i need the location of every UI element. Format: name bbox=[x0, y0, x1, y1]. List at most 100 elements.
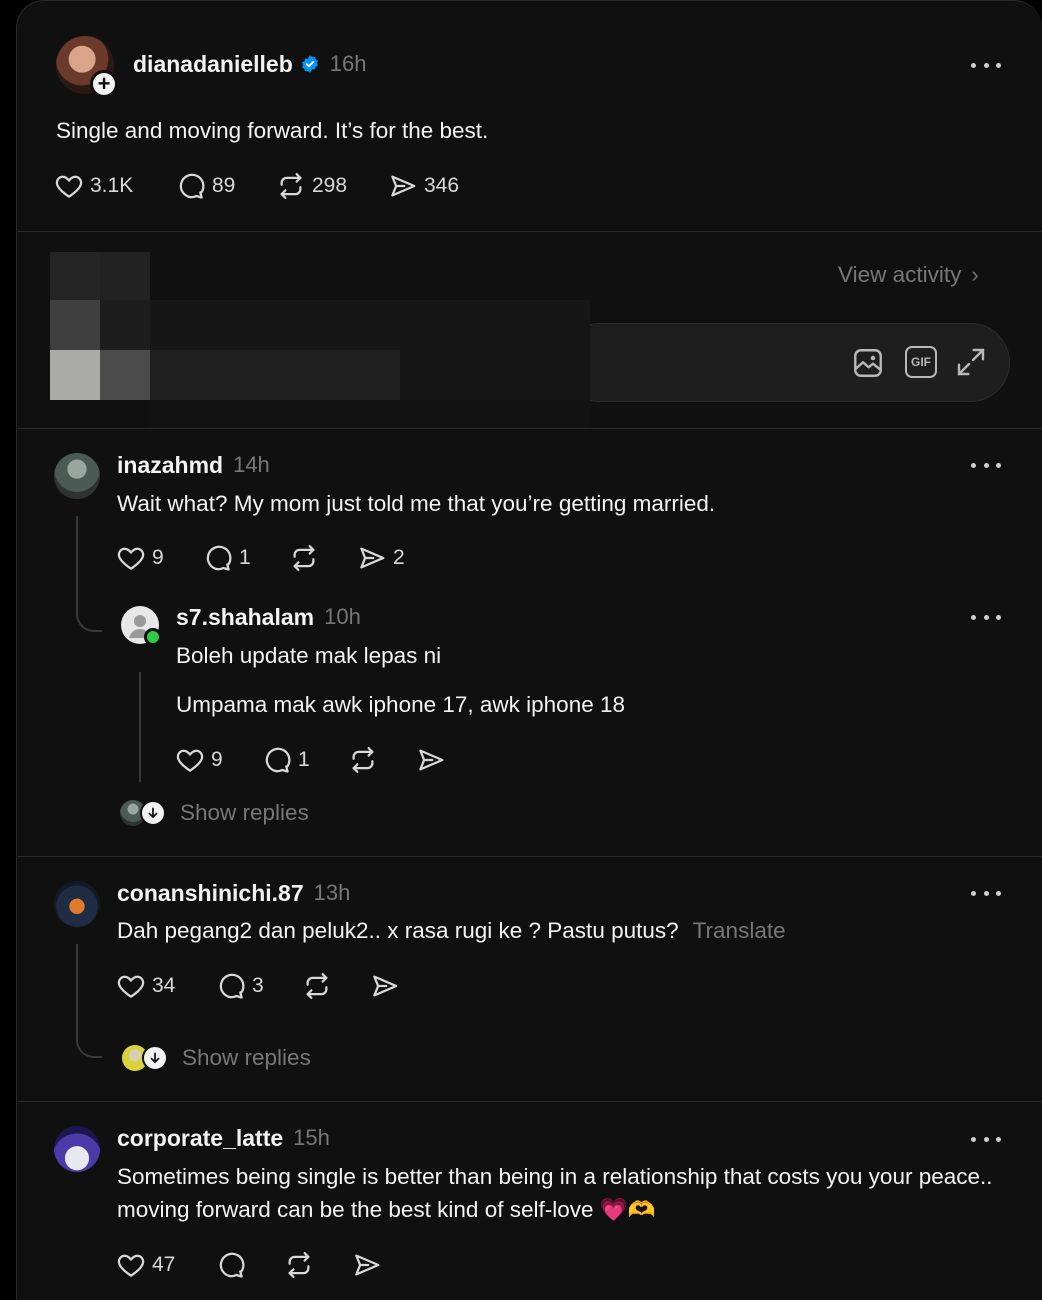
like-button[interactable]: 9 bbox=[116, 543, 203, 573]
arrow-down-icon bbox=[140, 800, 166, 826]
repost-button[interactable] bbox=[348, 745, 416, 775]
reply-count: 1 bbox=[239, 546, 251, 569]
like-button[interactable]: 34 bbox=[116, 971, 216, 1001]
gif-button[interactable]: GIF bbox=[905, 346, 937, 378]
reply-text-line1: Boleh update mak lepas ni bbox=[176, 643, 442, 668]
commenter-username[interactable]: conanshinichi.87 bbox=[117, 880, 304, 907]
repost-icon bbox=[276, 171, 306, 201]
heart-icon bbox=[116, 971, 146, 1001]
reply-header: s7.shahalam 10h bbox=[176, 603, 361, 631]
like-button[interactable]: 9 bbox=[175, 745, 262, 775]
comment-time: 13h bbox=[313, 880, 351, 905]
share-button[interactable]: 346 bbox=[388, 171, 459, 201]
expand-icon[interactable] bbox=[955, 346, 987, 378]
reply-text-line2: Umpama mak awk iphone 17, awk iphone 18 bbox=[176, 692, 626, 717]
show-replies-label: Show replies bbox=[180, 800, 309, 825]
comment-more-icon[interactable] bbox=[971, 1134, 1001, 1144]
follow-plus-icon[interactable]: + bbox=[90, 70, 118, 98]
commenter-avatar[interactable] bbox=[54, 1126, 100, 1172]
comment-icon bbox=[262, 745, 292, 775]
divider bbox=[16, 428, 1042, 429]
comment-text: Wait what? My mom just told me that you’… bbox=[117, 491, 716, 516]
like-count: 9 bbox=[152, 546, 164, 569]
comment-actions: 9 1 2 bbox=[116, 540, 405, 576]
repost-button[interactable] bbox=[284, 1250, 352, 1280]
commenter-username[interactable]: inazahmd bbox=[117, 452, 223, 479]
commenter-username[interactable]: corporate_latte bbox=[117, 1125, 283, 1152]
verified-badge-icon bbox=[300, 54, 320, 74]
heart-icon bbox=[54, 171, 84, 201]
comment-text: Dah pegang2 dan peluk2.. x rasa rugi ke … bbox=[117, 918, 679, 943]
like-count: 9 bbox=[211, 748, 223, 771]
repost-icon bbox=[289, 543, 319, 573]
comment-icon bbox=[216, 1250, 246, 1280]
comment-button[interactable]: 89 bbox=[176, 171, 276, 201]
comment-icon bbox=[203, 543, 233, 573]
reply-composer[interactable] bbox=[560, 323, 1010, 402]
heart-icon bbox=[116, 1250, 146, 1280]
share-button[interactable] bbox=[416, 745, 446, 775]
comment-text-row: Dah pegang2 dan peluk2.. x rasa rugi ke … bbox=[117, 914, 786, 947]
view-activity-label: View activity bbox=[838, 262, 962, 287]
like-count: 34 bbox=[152, 974, 176, 997]
share-button[interactable]: 2 bbox=[357, 543, 405, 573]
replier-username[interactable]: s7.shahalam bbox=[176, 604, 314, 631]
repost-count: 298 bbox=[312, 174, 348, 197]
chevron-right-icon: › bbox=[971, 262, 979, 287]
comment-count: 89 bbox=[212, 174, 236, 197]
share-icon bbox=[416, 745, 446, 775]
reply-count: 1 bbox=[298, 748, 310, 771]
show-replies-button[interactable]: Show replies bbox=[120, 800, 309, 826]
heart-icon bbox=[175, 745, 205, 775]
show-replies-button[interactable]: Show replies bbox=[122, 1045, 311, 1071]
share-button[interactable] bbox=[370, 971, 400, 1001]
repost-icon bbox=[284, 1250, 314, 1280]
comment-header: corporate_latte 15h bbox=[117, 1124, 330, 1152]
thread-connector bbox=[76, 944, 102, 1058]
repost-button[interactable] bbox=[289, 543, 357, 573]
divider bbox=[16, 856, 1042, 857]
reply-more-icon[interactable] bbox=[971, 612, 1001, 622]
post-actions: 3.1K 89 298 346 bbox=[54, 168, 459, 204]
comment-button[interactable] bbox=[216, 1250, 284, 1280]
translate-link[interactable]: Translate bbox=[693, 914, 786, 947]
comment-more-icon[interactable] bbox=[971, 888, 1001, 898]
post-time: 16h bbox=[329, 51, 367, 76]
thread-line bbox=[139, 672, 141, 782]
like-count: 47 bbox=[152, 1253, 176, 1276]
author-username[interactable]: dianadanielleb bbox=[133, 51, 293, 78]
like-count: 3.1K bbox=[90, 174, 134, 197]
like-button[interactable]: 3.1K bbox=[54, 171, 176, 201]
heart-icon bbox=[116, 543, 146, 573]
online-status-dot bbox=[144, 628, 162, 646]
reply-avatars bbox=[122, 1045, 168, 1071]
commenter-avatar[interactable] bbox=[54, 453, 100, 499]
share-icon bbox=[357, 543, 387, 573]
like-button[interactable]: 47 bbox=[116, 1250, 216, 1280]
reply-actions: 9 1 bbox=[175, 742, 446, 778]
share-button[interactable] bbox=[352, 1250, 382, 1280]
comment-button[interactable]: 1 bbox=[203, 543, 289, 573]
comment-button[interactable]: 1 bbox=[262, 745, 348, 775]
view-activity-link[interactable]: View activity › bbox=[838, 262, 979, 288]
comment-header: conanshinichi.87 13h bbox=[117, 879, 350, 907]
repost-button[interactable] bbox=[302, 971, 370, 1001]
post-more-icon[interactable] bbox=[971, 60, 1001, 70]
comment-actions: 47 bbox=[116, 1247, 382, 1283]
post-header: dianadanielleb 16h bbox=[133, 50, 366, 78]
post-text: Single and moving forward. It’s for the … bbox=[56, 118, 489, 143]
repost-button[interactable]: 298 bbox=[276, 171, 388, 201]
reply-time: 10h bbox=[324, 604, 361, 629]
arrow-down-icon bbox=[142, 1045, 168, 1071]
comment-time: 14h bbox=[233, 452, 270, 477]
comment-button[interactable]: 3 bbox=[216, 971, 302, 1001]
commenter-avatar[interactable] bbox=[54, 881, 100, 927]
comment-actions: 34 3 bbox=[116, 968, 400, 1004]
image-icon[interactable] bbox=[851, 346, 885, 380]
comment-time: 15h bbox=[293, 1125, 330, 1150]
divider bbox=[16, 231, 1042, 232]
comment-icon bbox=[176, 171, 206, 201]
share-icon bbox=[388, 171, 418, 201]
comment-more-icon[interactable] bbox=[971, 460, 1001, 470]
share-icon bbox=[352, 1250, 382, 1280]
